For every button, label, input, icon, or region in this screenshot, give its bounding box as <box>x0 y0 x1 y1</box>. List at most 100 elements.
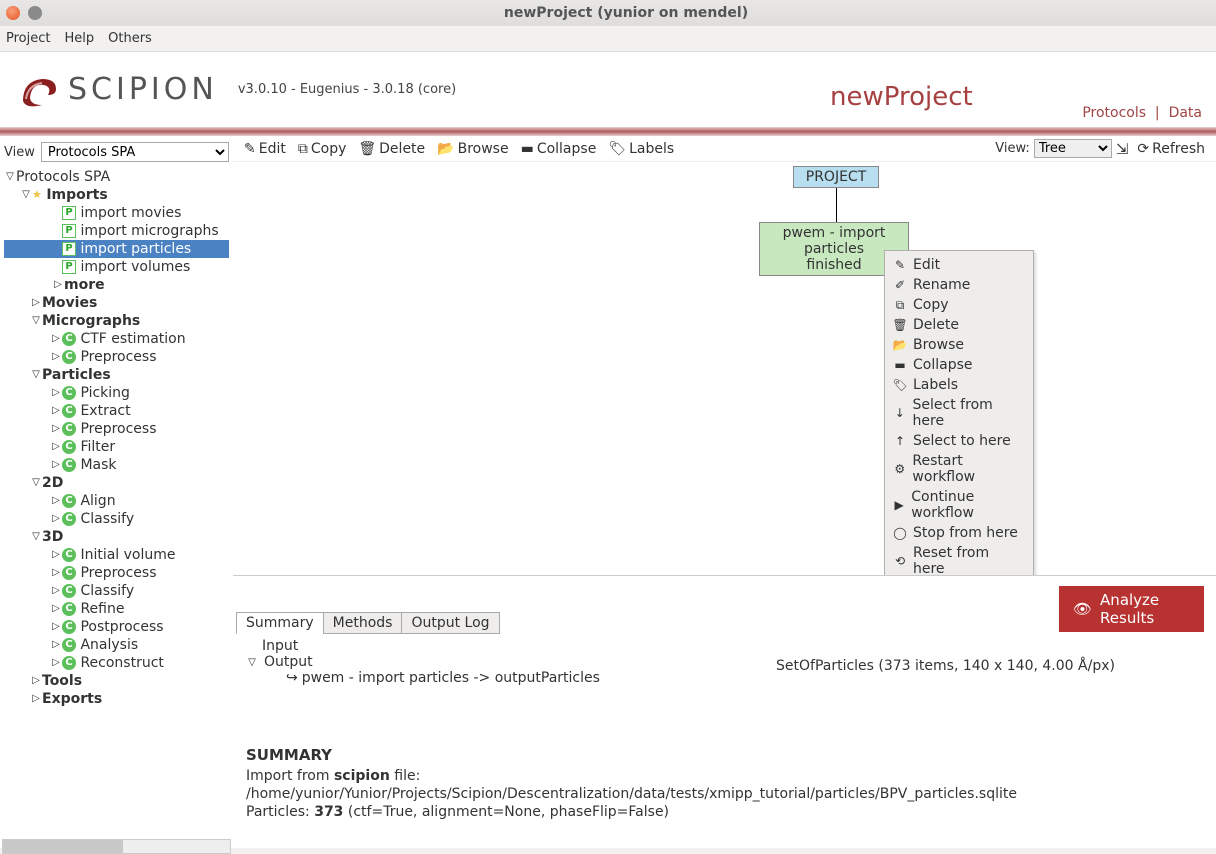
tree-import-volumes[interactable]: import volumes <box>80 258 190 276</box>
tree-3d-preprocess[interactable]: Preprocess <box>80 564 156 582</box>
ctx-edit[interactable]: ✎Edit <box>887 255 1031 275</box>
arrow-down-icon: ↓ <box>893 406 907 420</box>
tree-import-movies[interactable]: import movies <box>80 204 181 222</box>
tree-mg-preprocess[interactable]: Preprocess <box>80 348 156 366</box>
arrow-up-icon: ↑ <box>893 434 907 448</box>
connection-line <box>836 188 837 222</box>
tb-copy[interactable]: ⧉Copy <box>293 141 352 157</box>
tree-ctf[interactable]: CTF estimation <box>80 330 185 348</box>
tree-more[interactable]: more <box>64 276 105 294</box>
link-protocols[interactable]: Protocols <box>1082 105 1146 121</box>
folder-icon: 📂 <box>893 338 907 352</box>
view-label: View <box>4 145 35 160</box>
tree-micrographs[interactable]: Micrographs <box>42 312 140 330</box>
tree-extract[interactable]: Extract <box>80 402 130 420</box>
tags-icon: 🏷 <box>608 141 626 157</box>
tree-tools[interactable]: Tools <box>42 672 82 690</box>
tree-refine[interactable]: Refine <box>80 600 124 618</box>
tree-analysis[interactable]: Analysis <box>80 636 138 654</box>
copy-icon: ⧉ <box>298 141 308 157</box>
node-project[interactable]: PROJECT <box>793 166 879 188</box>
version-text: v3.0.10 - Eugenius - 3.0.18 (core) <box>238 82 456 97</box>
tree-mask[interactable]: Mask <box>80 456 116 474</box>
scipion-logo-icon <box>18 69 60 111</box>
link-arrow-icon: ↪ <box>286 670 298 686</box>
ctx-copy[interactable]: ⧉Copy <box>887 295 1031 315</box>
ctx-continue-wf[interactable]: ▶Continue workflow <box>887 487 1031 523</box>
link-data[interactable]: Data <box>1169 105 1202 121</box>
app-logo: SCIPION <box>18 69 218 111</box>
menu-help[interactable]: Help <box>64 31 94 46</box>
workflow-canvas[interactable]: PROJECT pwem - import particles finished… <box>233 162 1216 575</box>
tb-edit[interactable]: ✎Edit <box>239 141 291 157</box>
header-divider <box>0 127 1216 136</box>
collapse-icon: ▬ <box>521 141 534 157</box>
tree-filter[interactable]: Filter <box>80 438 115 456</box>
ctx-stop-from[interactable]: ◯Stop from here <box>887 523 1031 543</box>
view-select[interactable]: Protocols SPA <box>41 142 229 162</box>
tree-movies[interactable]: Movies <box>42 294 97 312</box>
output-setinfo: SetOfParticles (373 items, 140 x 140, 4.… <box>776 658 1115 674</box>
reset-icon: ⟲ <box>893 554 907 568</box>
tab-summary[interactable]: Summary <box>236 612 324 634</box>
tab-methods[interactable]: Methods <box>323 612 403 634</box>
org-icon[interactable]: ⇲ <box>1116 140 1129 158</box>
rename-icon: ✐ <box>893 278 907 292</box>
analyze-results-button[interactable]: 👁 Analyze Results <box>1059 586 1204 632</box>
tb-collapse[interactable]: ▬Collapse <box>516 141 602 157</box>
tab-output-log[interactable]: Output Log <box>401 612 499 634</box>
logo-text: SCIPION <box>68 72 218 107</box>
bottom-panel: 👁 Analyze Results Summary Methods Output… <box>233 575 1216 848</box>
summary-path: /home/yunior/Yunior/Projects/Scipion/Des… <box>246 785 1203 803</box>
tree-3d-classify[interactable]: Classify <box>80 582 134 600</box>
tree-reconstruct[interactable]: Reconstruct <box>80 654 163 672</box>
tb-delete[interactable]: 🗑Delete <box>353 141 430 157</box>
tree-root[interactable]: Protocols SPA <box>16 168 110 186</box>
output-link[interactable]: pwem - import particles -> outputParticl… <box>302 670 600 686</box>
tb-browse[interactable]: 📂Browse <box>432 141 513 157</box>
menu-project[interactable]: Project <box>6 31 50 46</box>
context-menu: ✎Edit ✐Rename ⧉Copy 🗑Delete 📂Browse ▬Col… <box>884 250 1034 575</box>
tree-postprocess[interactable]: Postprocess <box>80 618 163 636</box>
input-label: Input <box>262 638 298 654</box>
copy-icon: ⧉ <box>893 298 907 312</box>
tb-labels[interactable]: 🏷Labels <box>603 141 679 157</box>
close-window-button[interactable] <box>6 6 20 20</box>
play-icon: ▶ <box>893 498 905 512</box>
tree-picking[interactable]: Picking <box>80 384 129 402</box>
tree-p-preprocess[interactable]: Preprocess <box>80 420 156 438</box>
menu-others[interactable]: Others <box>108 31 152 46</box>
ctx-select-from[interactable]: ↓Select from here <box>887 395 1031 431</box>
ctx-browse[interactable]: 📂Browse <box>887 335 1031 355</box>
folder-icon: 📂 <box>437 141 454 157</box>
collapse-icon: ▬ <box>893 358 907 372</box>
ctx-reset-from[interactable]: ⟲Reset from here <box>887 543 1031 575</box>
ctx-select-to[interactable]: ↑Select to here <box>887 431 1031 451</box>
project-name: newProject <box>830 82 973 112</box>
window-title: newProject (yunior on mendel) <box>42 5 1210 21</box>
tb-refresh[interactable]: ⟳Refresh <box>1132 141 1210 157</box>
ctx-delete[interactable]: 🗑Delete <box>887 315 1031 335</box>
sidebar-scrollbar[interactable] <box>2 839 231 854</box>
tree-2d-classify[interactable]: Classify <box>80 510 134 528</box>
canvas-view-select[interactable]: Tree <box>1034 139 1112 158</box>
canvas-toolbar: ✎Edit ⧉Copy 🗑Delete 📂Browse ▬Collapse 🏷L… <box>233 136 1216 162</box>
tree-exports[interactable]: Exports <box>42 690 102 708</box>
ctx-labels[interactable]: 🏷Labels <box>887 375 1031 395</box>
minimize-window-button[interactable] <box>28 6 42 20</box>
tree-particles[interactable]: Particles <box>42 366 111 384</box>
sidebar: View Protocols SPA Protocols SPA ★ Impor… <box>0 136 233 848</box>
tree-imports[interactable]: Imports <box>46 186 107 204</box>
tree-2d[interactable]: 2D <box>42 474 63 492</box>
tree-initvol[interactable]: Initial volume <box>80 546 175 564</box>
ctx-restart-wf[interactable]: ⚙Restart workflow <box>887 451 1031 487</box>
ctx-rename[interactable]: ✐Rename <box>887 275 1031 295</box>
tree-align[interactable]: Align <box>80 492 115 510</box>
tree-import-micrographs[interactable]: import micrographs <box>80 222 218 240</box>
ctx-collapse[interactable]: ▬Collapse <box>887 355 1031 375</box>
menubar: Project Help Others <box>0 26 1216 52</box>
window-titlebar: newProject (yunior on mendel) <box>0 0 1216 26</box>
tree-3d[interactable]: 3D <box>42 528 63 546</box>
tree-import-particles[interactable]: import particles <box>80 240 191 258</box>
stop-icon: ◯ <box>893 526 907 540</box>
